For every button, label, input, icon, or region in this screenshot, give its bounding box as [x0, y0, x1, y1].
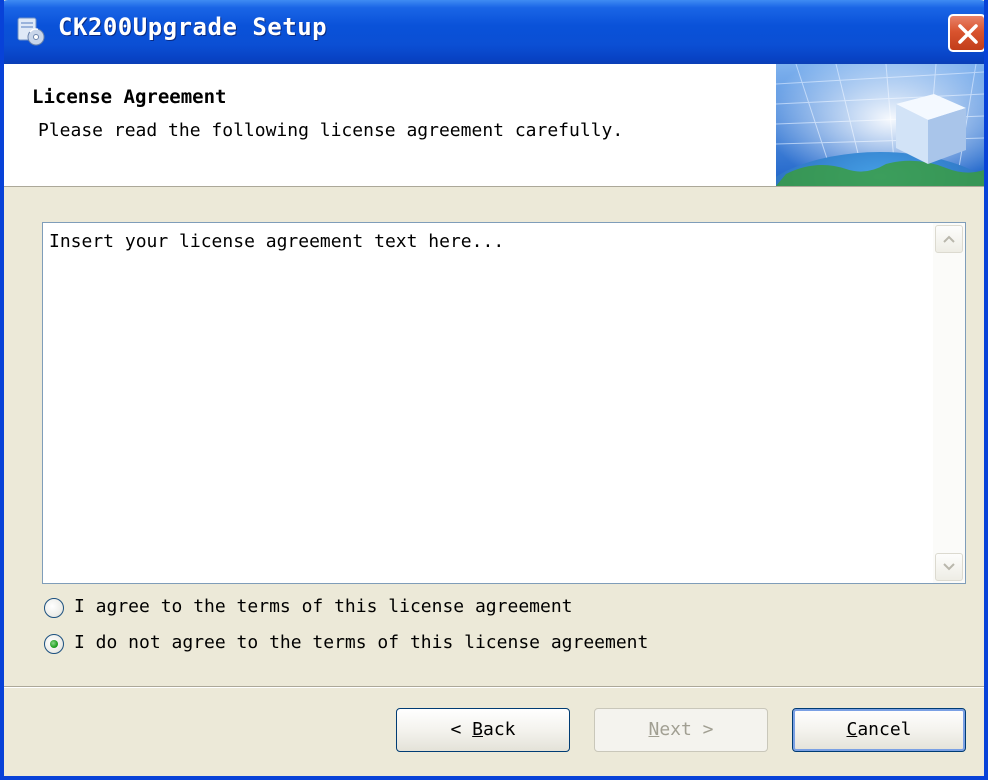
footer-divider: [4, 686, 984, 688]
scroll-up-arrow-icon: [943, 235, 955, 243]
agree-radio[interactable]: [44, 598, 64, 618]
close-button[interactable]: [948, 14, 984, 52]
disagree-label[interactable]: I do not agree to the terms of this lice…: [74, 632, 648, 653]
title-bar[interactable]: CK200Upgrade Setup: [4, 0, 984, 64]
next-arrow: >: [702, 719, 714, 740]
next-button[interactable]: Next >: [594, 708, 768, 752]
radio-selected-dot: [50, 640, 58, 648]
scroll-down-button[interactable]: [935, 553, 963, 581]
globe-cube-graphic: [750, 63, 984, 276]
back-arrow: <: [450, 719, 462, 740]
page-header: License Agreement Please read the follow…: [4, 63, 984, 276]
back-label: ack: [483, 719, 516, 740]
cancel-label: ancel: [857, 719, 912, 740]
cancel-mnemonic: C: [846, 719, 858, 740]
vertical-scrollbar[interactable]: [933, 223, 965, 583]
page-title: License Agreement: [32, 86, 227, 108]
scroll-down-arrow-icon: [943, 563, 955, 571]
next-mnemonic: N: [648, 719, 660, 740]
license-text-box[interactable]: Insert your license agreement text here.…: [42, 222, 966, 584]
installer-disc-icon: [16, 16, 46, 46]
back-mnemonic: B: [472, 719, 483, 740]
setup-window: CK200Upgrade Setup License Agreement Ple…: [0, 0, 988, 780]
window-title: CK200Upgrade Setup: [58, 13, 328, 41]
back-button[interactable]: < Back: [396, 708, 570, 752]
agree-label[interactable]: I agree to the terms of this license agr…: [74, 596, 573, 617]
license-text: Insert your license agreement text here.…: [49, 231, 505, 252]
page-subtitle: Please read the following license agreem…: [38, 120, 624, 141]
next-label: ext: [659, 719, 692, 740]
scroll-up-button[interactable]: [935, 225, 963, 253]
close-x-icon: [958, 24, 978, 44]
disagree-radio[interactable]: [44, 634, 64, 654]
cancel-button[interactable]: Cancel: [792, 708, 966, 752]
